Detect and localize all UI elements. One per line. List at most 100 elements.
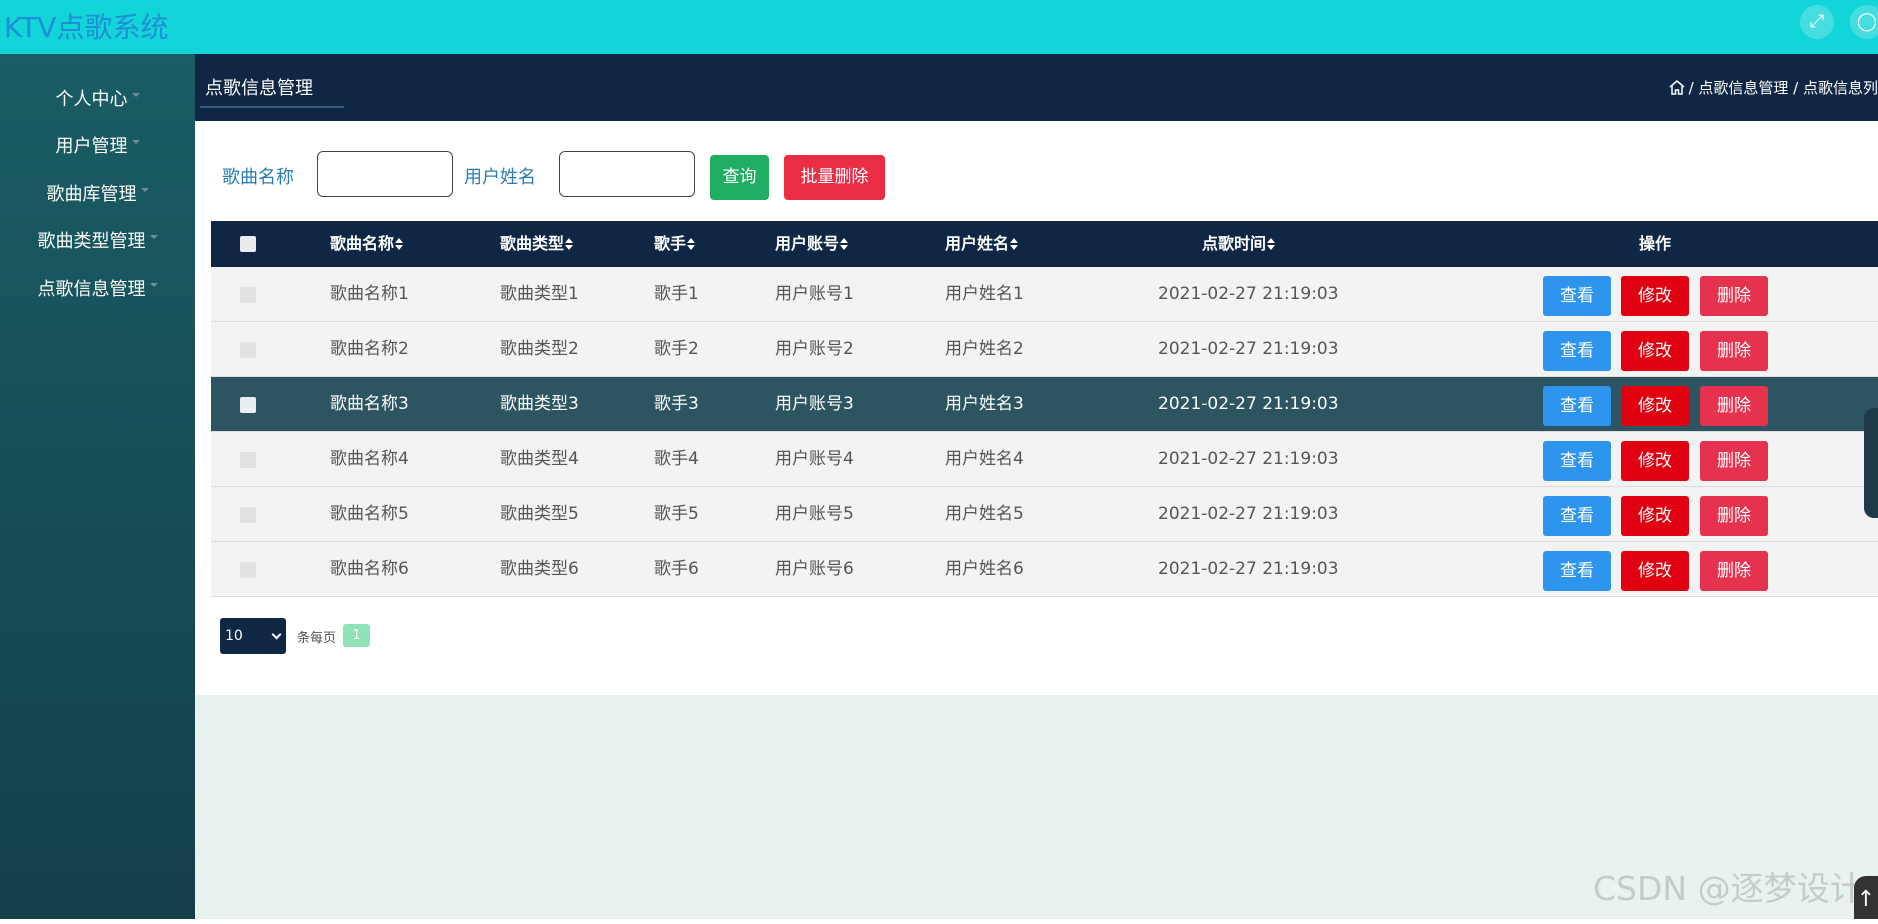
sort-icon[interactable] xyxy=(1267,238,1276,250)
sidebar-item-song-library[interactable]: 歌曲库管理 xyxy=(0,180,195,210)
edit-button[interactable]: 修改 xyxy=(1621,441,1689,481)
query-button[interactable]: 查询 xyxy=(710,155,769,200)
cell-song-type: 歌曲类型2 xyxy=(500,339,579,359)
view-button[interactable]: 查看 xyxy=(1543,551,1611,591)
cell-song-name: 歌曲名称1 xyxy=(330,284,409,304)
app-title: KTV点歌系统 xyxy=(4,11,169,44)
edit-button[interactable]: 修改 xyxy=(1621,496,1689,536)
column-header-actions: 操作 xyxy=(1639,234,1672,253)
cell-user-name: 用户姓名6 xyxy=(945,559,1024,579)
back-to-top-icon[interactable]: ↑ xyxy=(1854,876,1878,919)
user-icon[interactable]: ◯ xyxy=(1850,5,1878,39)
delete-button[interactable]: 删除 xyxy=(1700,331,1768,371)
page-size-select[interactable]: 10 xyxy=(220,618,286,654)
view-button[interactable]: 查看 xyxy=(1543,276,1611,316)
table-header: 歌曲名称 歌曲类型 歌手 用户账号 用户姓名 点歌时间 操作 xyxy=(211,221,1878,267)
breadcrumb-item[interactable]: / 点歌信息管理 xyxy=(1689,79,1789,97)
cell-song-type: 歌曲类型5 xyxy=(500,504,579,524)
edit-button[interactable]: 修改 xyxy=(1621,331,1689,371)
sidebar-item-user-management[interactable]: 用户管理 xyxy=(0,132,195,162)
delete-button[interactable]: 删除 xyxy=(1700,276,1768,316)
column-header-user-account[interactable]: 用户账号 xyxy=(775,221,849,267)
cell-singer: 歌手6 xyxy=(654,559,699,579)
row-checkbox[interactable] xyxy=(240,287,256,303)
edit-button[interactable]: 修改 xyxy=(1621,276,1689,316)
cell-user-name: 用户姓名3 xyxy=(945,394,1024,414)
cell-singer: 歌手5 xyxy=(654,504,699,524)
breadcrumb-item: / 点歌信息列 xyxy=(1793,79,1878,97)
watermark: CSDN @逐梦设计 xyxy=(1593,869,1863,908)
cell-song-type: 歌曲类型4 xyxy=(500,449,579,469)
select-all-checkbox[interactable] xyxy=(240,236,256,252)
view-button[interactable]: 查看 xyxy=(1543,331,1611,371)
top-bar: KTV点歌系统 ⤢ ◯ xyxy=(0,0,1878,54)
view-button[interactable]: 查看 xyxy=(1543,496,1611,536)
cell-request-time: 2021-02-27 21:19:03 xyxy=(1158,449,1339,469)
tab-underline xyxy=(200,106,344,108)
delete-button[interactable]: 删除 xyxy=(1700,551,1768,591)
cell-user-name: 用户姓名5 xyxy=(945,504,1024,524)
sidebar-item-personal-center[interactable]: 个人中心 xyxy=(0,85,195,115)
cell-request-time: 2021-02-27 21:19:03 xyxy=(1158,339,1339,359)
row-checkbox[interactable] xyxy=(240,397,256,413)
cell-user-account: 用户账号3 xyxy=(775,394,854,414)
user-name-input[interactable] xyxy=(559,151,695,197)
sort-icon[interactable] xyxy=(1010,238,1019,250)
row-checkbox[interactable] xyxy=(240,452,256,468)
column-header-user-name[interactable]: 用户姓名 xyxy=(945,221,1019,267)
sidebar-item-label: 个人中心 xyxy=(55,89,128,110)
caret-down-icon xyxy=(140,188,149,192)
side-drawer-handle[interactable] xyxy=(1864,408,1878,518)
user-name-label: 用户姓名 xyxy=(464,167,536,188)
column-header-request-time[interactable]: 点歌时间 xyxy=(1202,221,1276,267)
delete-button[interactable]: 删除 xyxy=(1700,496,1768,536)
expand-icon[interactable]: ⤢ xyxy=(1800,5,1834,39)
cell-user-account: 用户账号2 xyxy=(775,339,854,359)
cell-user-name: 用户姓名1 xyxy=(945,284,1024,304)
edit-button[interactable]: 修改 xyxy=(1621,386,1689,426)
sort-icon[interactable] xyxy=(565,238,574,250)
sort-icon[interactable] xyxy=(840,238,849,250)
row-checkbox[interactable] xyxy=(240,507,256,523)
caret-down-icon xyxy=(131,140,140,144)
delete-button[interactable]: 删除 xyxy=(1700,441,1768,481)
view-button[interactable]: 查看 xyxy=(1543,441,1611,481)
song-name-label: 歌曲名称 xyxy=(222,167,294,188)
view-button[interactable]: 查看 xyxy=(1543,386,1611,426)
sort-icon[interactable] xyxy=(687,238,696,250)
edit-button[interactable]: 修改 xyxy=(1621,551,1689,591)
row-checkbox[interactable] xyxy=(240,342,256,358)
cell-singer: 歌手3 xyxy=(654,394,699,414)
per-page-label: 条每页 xyxy=(297,631,337,646)
column-header-song-name[interactable]: 歌曲名称 xyxy=(330,221,404,267)
column-header-song-type[interactable]: 歌曲类型 xyxy=(500,221,574,267)
table-row: 歌曲名称6 歌曲类型6 歌手6 用户账号6 用户姓名6 2021-02-27 2… xyxy=(211,542,1878,597)
tab-song-requests[interactable]: 点歌信息管理 xyxy=(205,74,313,100)
table-row: 歌曲名称1 歌曲类型1 歌手1 用户账号1 用户姓名1 2021-02-27 2… xyxy=(211,267,1878,322)
cell-song-name: 歌曲名称5 xyxy=(330,504,409,524)
sidebar: 个人中心 用户管理 歌曲库管理 歌曲类型管理 点歌信息管理 xyxy=(0,54,195,919)
table-row: 歌曲名称4 歌曲类型4 歌手4 用户账号4 用户姓名4 2021-02-27 2… xyxy=(211,432,1878,487)
cell-singer: 歌手2 xyxy=(654,339,699,359)
cell-song-type: 歌曲类型3 xyxy=(500,394,579,414)
sidebar-item-label: 歌曲库管理 xyxy=(46,184,137,205)
batch-delete-button[interactable]: 批量删除 xyxy=(784,155,885,200)
home-icon[interactable] xyxy=(1669,80,1685,99)
cell-singer: 歌手1 xyxy=(654,284,699,304)
cell-user-account: 用户账号5 xyxy=(775,504,854,524)
cell-user-account: 用户账号1 xyxy=(775,284,854,304)
delete-button[interactable]: 删除 xyxy=(1700,386,1768,426)
row-checkbox[interactable] xyxy=(240,562,256,578)
cell-user-account: 用户账号4 xyxy=(775,449,854,469)
table-row-highlighted: 歌曲名称3 歌曲类型3 歌手3 用户账号3 用户姓名3 2021-02-27 2… xyxy=(211,377,1878,432)
sidebar-item-song-types[interactable]: 歌曲类型管理 xyxy=(0,227,195,257)
page-number-current[interactable]: 1 xyxy=(343,624,370,647)
cell-singer: 歌手4 xyxy=(654,449,699,469)
sort-icon[interactable] xyxy=(395,238,404,250)
cell-request-time: 2021-02-27 21:19:03 xyxy=(1158,559,1339,579)
cell-request-time: 2021-02-27 21:19:03 xyxy=(1158,394,1339,414)
song-name-input[interactable] xyxy=(317,151,453,197)
column-header-singer[interactable]: 歌手 xyxy=(654,221,696,267)
caret-down-icon xyxy=(149,283,158,287)
sidebar-item-song-requests[interactable]: 点歌信息管理 xyxy=(0,275,195,305)
